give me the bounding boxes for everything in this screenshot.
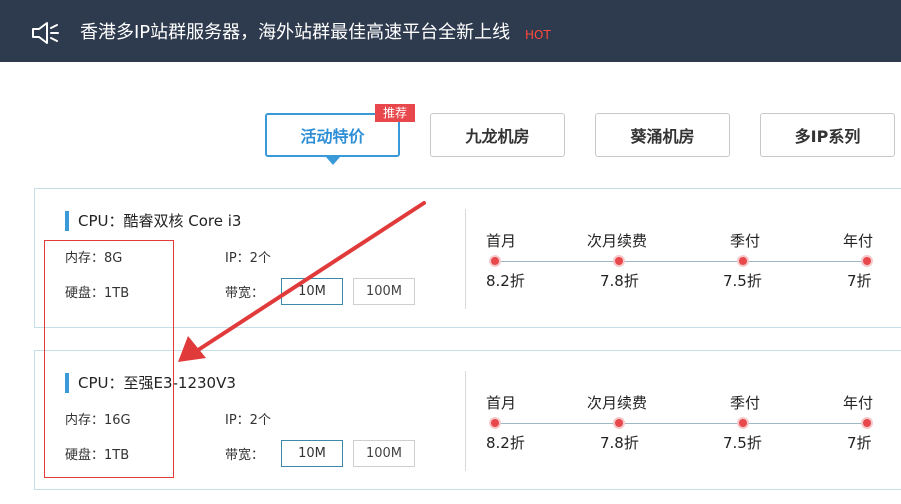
plan-timeline xyxy=(495,423,867,424)
plan-label-yearly[interactable]: 年付 xyxy=(843,231,873,251)
disk-spec: 硬盘：1TB xyxy=(65,286,130,301)
accent-bar xyxy=(65,211,69,231)
announcement-banner: 香港多IP站群服务器，海外站群最佳高速平台全新上线 HOT xyxy=(0,0,901,62)
cpu-label: CPU：至强E3-1230V3 xyxy=(78,374,236,392)
recommend-badge: 推荐 xyxy=(375,104,415,122)
plan-discount: 7.5折 xyxy=(723,272,762,290)
tab-kowloon[interactable]: 九龙机房 xyxy=(430,113,565,157)
tab-kwai-chung[interactable]: 葵涌机房 xyxy=(595,113,730,157)
plan-discount: 7折 xyxy=(847,434,872,452)
plan-dot xyxy=(491,419,499,427)
hot-badge: HOT xyxy=(525,28,551,42)
bandwidth-option-100m[interactable]: 100M xyxy=(353,440,415,467)
plan-label-renewal[interactable]: 次月续费 xyxy=(587,231,647,251)
plan-discount: 7.8折 xyxy=(600,434,639,452)
bandwidth-option-10m[interactable]: 10M xyxy=(281,440,343,467)
plan-label-quarterly[interactable]: 季付 xyxy=(730,231,760,251)
product-card: CPU：至强E3-1230V3 内存：16G IP：2个 硬盘：1TB 带宽： … xyxy=(34,350,901,490)
tab-multi-ip[interactable]: 多IP系列 xyxy=(760,113,895,157)
product-card: CPU：酷睿双核 Core i3 内存：8G IP：2个 硬盘：1TB 带宽： … xyxy=(34,188,901,328)
divider xyxy=(465,371,466,471)
plan-timeline xyxy=(495,261,867,262)
plan-label-renewal[interactable]: 次月续费 xyxy=(587,393,647,413)
plan-dot xyxy=(863,257,871,265)
bandwidth-label: 带宽： xyxy=(225,448,265,463)
plan-label-quarterly[interactable]: 季付 xyxy=(730,393,760,413)
plan-label-yearly[interactable]: 年付 xyxy=(843,393,873,413)
plan-discount: 7.5折 xyxy=(723,434,762,452)
ip-spec: IP：2个 xyxy=(225,251,271,266)
memory-spec: 内存：16G xyxy=(65,413,131,428)
tab-label: 葵涌机房 xyxy=(630,127,695,146)
memory-spec: 内存：8G xyxy=(65,251,123,266)
plan-discount: 8.2折 xyxy=(486,272,525,290)
bandwidth-option-100m[interactable]: 100M xyxy=(353,278,415,305)
ip-spec: IP：2个 xyxy=(225,413,271,428)
tab-label: 活动特价 xyxy=(300,127,365,146)
plan-label-first-month[interactable]: 首月 xyxy=(486,231,516,251)
tab-label: 多IP系列 xyxy=(794,127,861,146)
plan-discount: 7折 xyxy=(847,272,872,290)
plan-label-first-month[interactable]: 首月 xyxy=(486,393,516,413)
speaker-icon xyxy=(32,22,59,44)
bandwidth-option-10m[interactable]: 10M xyxy=(281,278,343,305)
plan-dot xyxy=(491,257,499,265)
active-tab-caret-icon xyxy=(326,157,340,165)
accent-bar xyxy=(65,373,69,393)
tab-label: 九龙机房 xyxy=(465,127,530,146)
plan-dot xyxy=(739,257,747,265)
banner-text[interactable]: 香港多IP站群服务器，海外站群最佳高速平台全新上线 xyxy=(80,20,510,46)
plan-dot xyxy=(863,419,871,427)
cpu-label: CPU：酷睿双核 Core i3 xyxy=(78,212,242,230)
disk-spec: 硬盘：1TB xyxy=(65,448,130,463)
plan-dot xyxy=(615,257,623,265)
plan-dot xyxy=(615,419,623,427)
plan-discount: 8.2折 xyxy=(486,434,525,452)
plan-dot xyxy=(739,419,747,427)
divider xyxy=(465,209,466,309)
plan-discount: 7.8折 xyxy=(600,272,639,290)
bandwidth-label: 带宽： xyxy=(225,286,265,301)
